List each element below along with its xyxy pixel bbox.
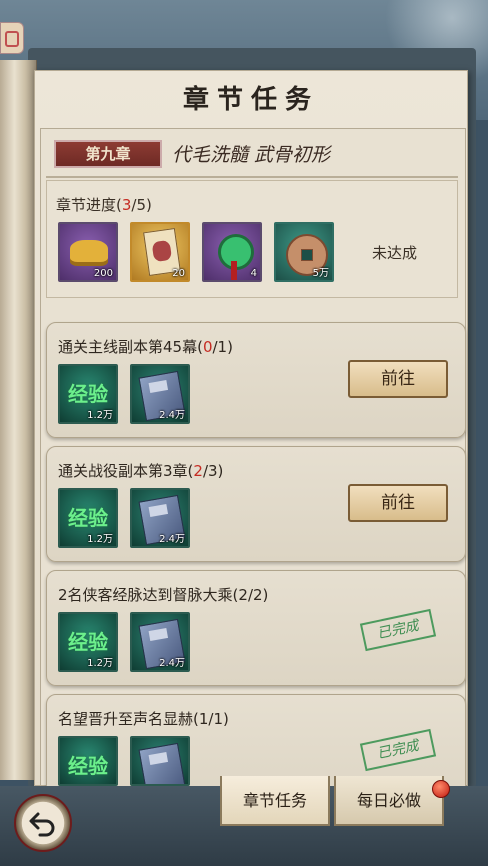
gold-ingot-icon <box>70 240 108 262</box>
reward-book[interactable]: 2.4万 <box>130 488 190 548</box>
reward-qty: 2.4万 <box>159 658 185 669</box>
go-button[interactable]: 前往 <box>348 484 448 522</box>
reward-exp[interactable]: 经验 <box>58 736 118 786</box>
scroll-rod <box>0 60 37 780</box>
reward-exp[interactable]: 经验 1.2万 <box>58 488 118 548</box>
reward-exp[interactable]: 经验 1.2万 <box>58 364 118 424</box>
reward-qty: 1.2万 <box>87 410 113 421</box>
reward-qty: 2.4万 <box>159 534 185 545</box>
page-title: 章节任务 <box>182 85 319 115</box>
tab-daily-tasks[interactable]: 每日必做 <box>334 776 444 826</box>
exp-label: 经验 <box>68 506 108 530</box>
reward-jade-pendant[interactable]: 4 <box>202 222 262 282</box>
chapter-tag: 第九章 <box>54 140 162 168</box>
task-title: 2名侠客经脉达到督脉大乘(2/2) <box>58 586 269 604</box>
tab-chapter-tasks[interactable]: 章节任务 <box>220 776 330 826</box>
reward-qty: 20 <box>172 268 185 279</box>
exp-label: 经验 <box>68 382 108 406</box>
divider <box>46 176 458 178</box>
reward-copper-coin[interactable]: 5万 <box>274 222 334 282</box>
chapter-subtitle: 代毛洗髓 武骨初形 <box>172 144 331 166</box>
reward-qty: 1.2万 <box>87 534 113 545</box>
go-button[interactable]: 前往 <box>348 360 448 398</box>
reward-qty: 5万 <box>312 268 329 279</box>
reward-qty: 1.2万 <box>87 658 113 669</box>
reward-gold-ingot[interactable]: 200 <box>58 222 118 282</box>
mail-icon[interactable] <box>0 22 24 54</box>
reward-book[interactable] <box>130 736 190 786</box>
notification-dot <box>432 780 450 798</box>
jade-pendant-icon <box>218 234 254 280</box>
reward-book[interactable]: 2.4万 <box>130 612 190 672</box>
book-icon <box>138 742 186 784</box>
reward-qty: 2.4万 <box>159 410 185 421</box>
reward-book[interactable]: 2.4万 <box>130 364 190 424</box>
exp-label: 经验 <box>68 630 108 654</box>
task-title: 通关战役副本第3章(2/3) <box>58 462 224 480</box>
reward-hero-card[interactable]: 20 <box>130 222 190 282</box>
exp-label: 经验 <box>68 754 108 778</box>
progress-status: 未达成 <box>372 244 418 262</box>
reward-qty: 4 <box>250 268 257 279</box>
back-arrow-icon <box>29 812 55 837</box>
reward-exp[interactable]: 经验 1.2万 <box>58 612 118 672</box>
reward-qty: 200 <box>93 268 113 279</box>
chapter-progress-label: 章节进度(3/5) <box>56 196 152 214</box>
back-button[interactable] <box>14 794 72 852</box>
task-title: 名望晋升至声名显赫(1/1) <box>58 710 229 728</box>
task-title: 通关主线副本第45幕(0/1) <box>58 338 233 356</box>
progress-current: 3 <box>121 196 132 214</box>
